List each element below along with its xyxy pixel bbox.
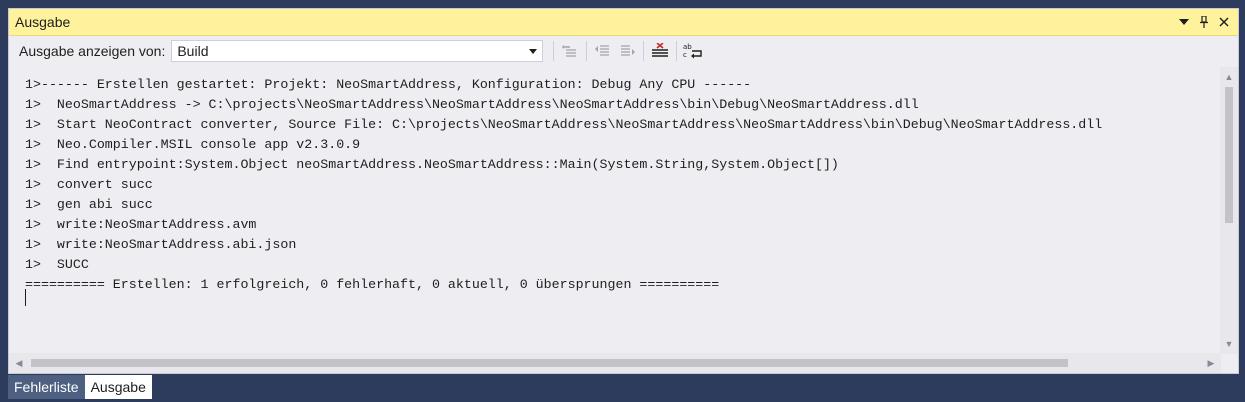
tab-error-list[interactable]: Fehlerliste [8,375,85,399]
pin-icon[interactable] [1194,12,1214,32]
find-next-icon[interactable] [615,40,639,62]
output-line: 1> NeoSmartAddress -> C:\projects\NeoSma… [25,97,919,112]
scroll-down-icon[interactable]: ▼ [1220,336,1238,352]
bottom-tab-strip: Fehlerliste Ausgabe [8,375,152,399]
svg-text:ab: ab [683,43,692,51]
vertical-scrollbar[interactable]: ▲ ▼ [1220,67,1238,354]
clear-all-icon[interactable] [648,40,672,62]
go-to-previous-message-icon[interactable] [558,40,582,62]
scroll-right-icon[interactable]: ▶ [1203,353,1219,373]
output-line: 1>------ Erstellen gestartet: Projekt: N… [25,77,752,92]
output-line: 1> Neo.Compiler.MSIL console app v2.3.0.… [25,137,361,152]
toolbar-separator [586,41,588,61]
svg-text:c: c [683,51,687,59]
output-line: 1> Start NeoContract converter, Source F… [25,117,1103,132]
scroll-left-icon[interactable]: ◀ [11,353,27,373]
output-source-select[interactable]: Build [171,40,544,62]
window-title: Ausgabe [15,14,71,30]
toggle-word-wrap-icon[interactable]: ab c [681,40,705,62]
show-output-from-label: Ausgabe anzeigen von: [19,43,166,59]
find-previous-icon[interactable] [591,40,615,62]
dropdown-arrow-icon[interactable] [1174,12,1194,32]
chevron-down-icon [524,46,542,56]
output-source-value: Build [177,43,209,59]
output-text-area[interactable]: 1>------ Erstellen gestartet: Projekt: N… [11,67,1220,354]
output-line: 1> write:NeoSmartAddress.avm [25,217,257,232]
output-line: 1> convert succ [25,177,153,192]
text-caret [25,289,26,306]
tab-output[interactable]: Ausgabe [84,375,152,399]
horizontal-scroll-thumb[interactable] [31,359,1068,367]
output-line: 1> gen abi succ [25,197,153,212]
scroll-up-icon[interactable]: ▲ [1220,69,1238,85]
toolbar-separator [676,41,678,61]
output-toolbar: Ausgabe anzeigen von: Build ab c [9,36,1238,66]
toolbar-separator [643,41,645,61]
vertical-scroll-thumb[interactable] [1225,87,1233,223]
window-title-bar: Ausgabe [9,9,1238,36]
output-line: 1> Find entrypoint:System.Object neoSmar… [25,157,839,172]
close-icon[interactable] [1214,12,1234,32]
horizontal-scrollbar[interactable]: ◀ ▶ [9,353,1221,373]
output-line: 1> SUCC [25,257,89,272]
output-line: ========== Erstellen: 1 erfolgreich, 0 f… [25,277,720,292]
output-window: Ausgabe Ausgabe anzeigen von: Build ab c… [8,8,1239,374]
output-line: 1> write:NeoSmartAddress.abi.json [25,237,297,252]
toolbar-separator [553,41,555,61]
